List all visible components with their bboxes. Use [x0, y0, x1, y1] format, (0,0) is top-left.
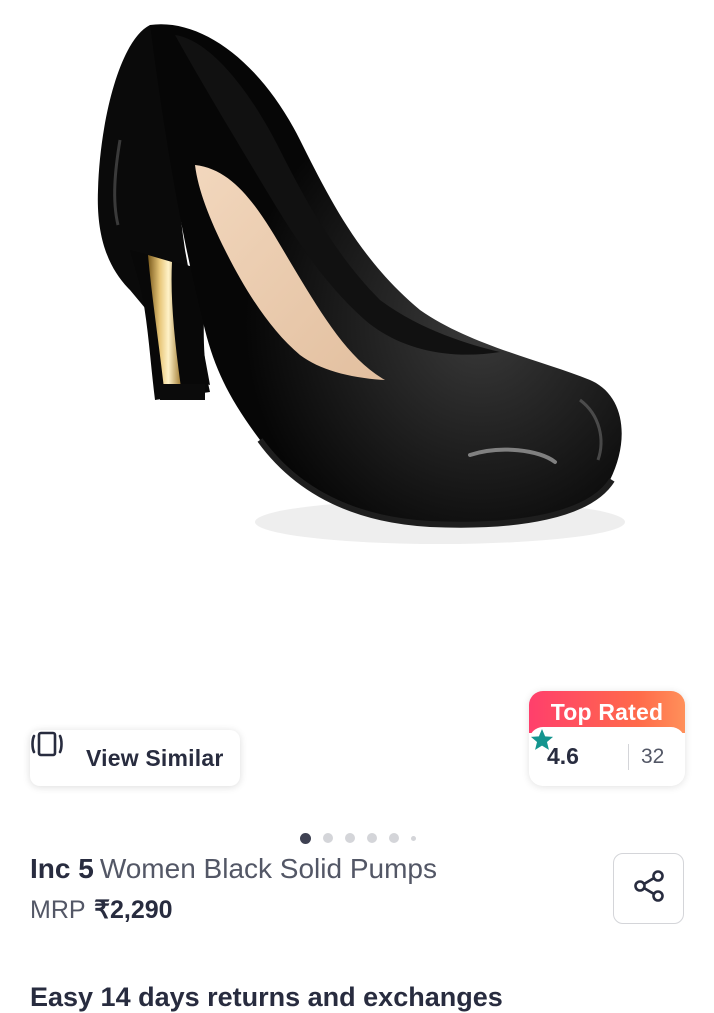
- product-name: Women Black Solid Pumps: [99, 853, 437, 884]
- view-similar-button[interactable]: View Similar: [30, 730, 240, 786]
- view-similar-icon: [31, 731, 78, 772]
- carousel-dot[interactable]: [411, 835, 416, 841]
- price-amount: ₹2,290: [94, 896, 173, 924]
- carousel-dot[interactable]: [367, 833, 377, 843]
- product-price: MRP ₹2,290: [30, 895, 173, 925]
- star-icon: [530, 728, 615, 770]
- share-button[interactable]: [613, 853, 684, 924]
- carousel-dot[interactable]: [345, 833, 355, 843]
- returns-info: Easy 14 days returns and exchanges: [30, 982, 503, 1012]
- rating-summary: 4.6 32: [529, 727, 685, 786]
- rating-divider: [627, 743, 629, 770]
- mrp-label: MRP: [30, 896, 86, 924]
- share-icon: [631, 868, 667, 909]
- carousel-dot[interactable]: [323, 833, 333, 843]
- view-similar-label: View Similar: [86, 744, 224, 771]
- product-brand: Inc 5: [30, 853, 94, 884]
- carousel-dot[interactable]: [389, 833, 399, 843]
- carousel-dot[interactable]: [300, 832, 311, 844]
- carousel-indicator: [300, 832, 428, 844]
- rating-count: 32: [640, 744, 665, 768]
- rating-card[interactable]: Top Rated 4.6 32: [529, 691, 685, 786]
- product-image[interactable]: View Similar Top Rated 4.6 32: [0, 0, 714, 820]
- product-title: Inc 5 Women Black Solid Pumps: [30, 853, 590, 885]
